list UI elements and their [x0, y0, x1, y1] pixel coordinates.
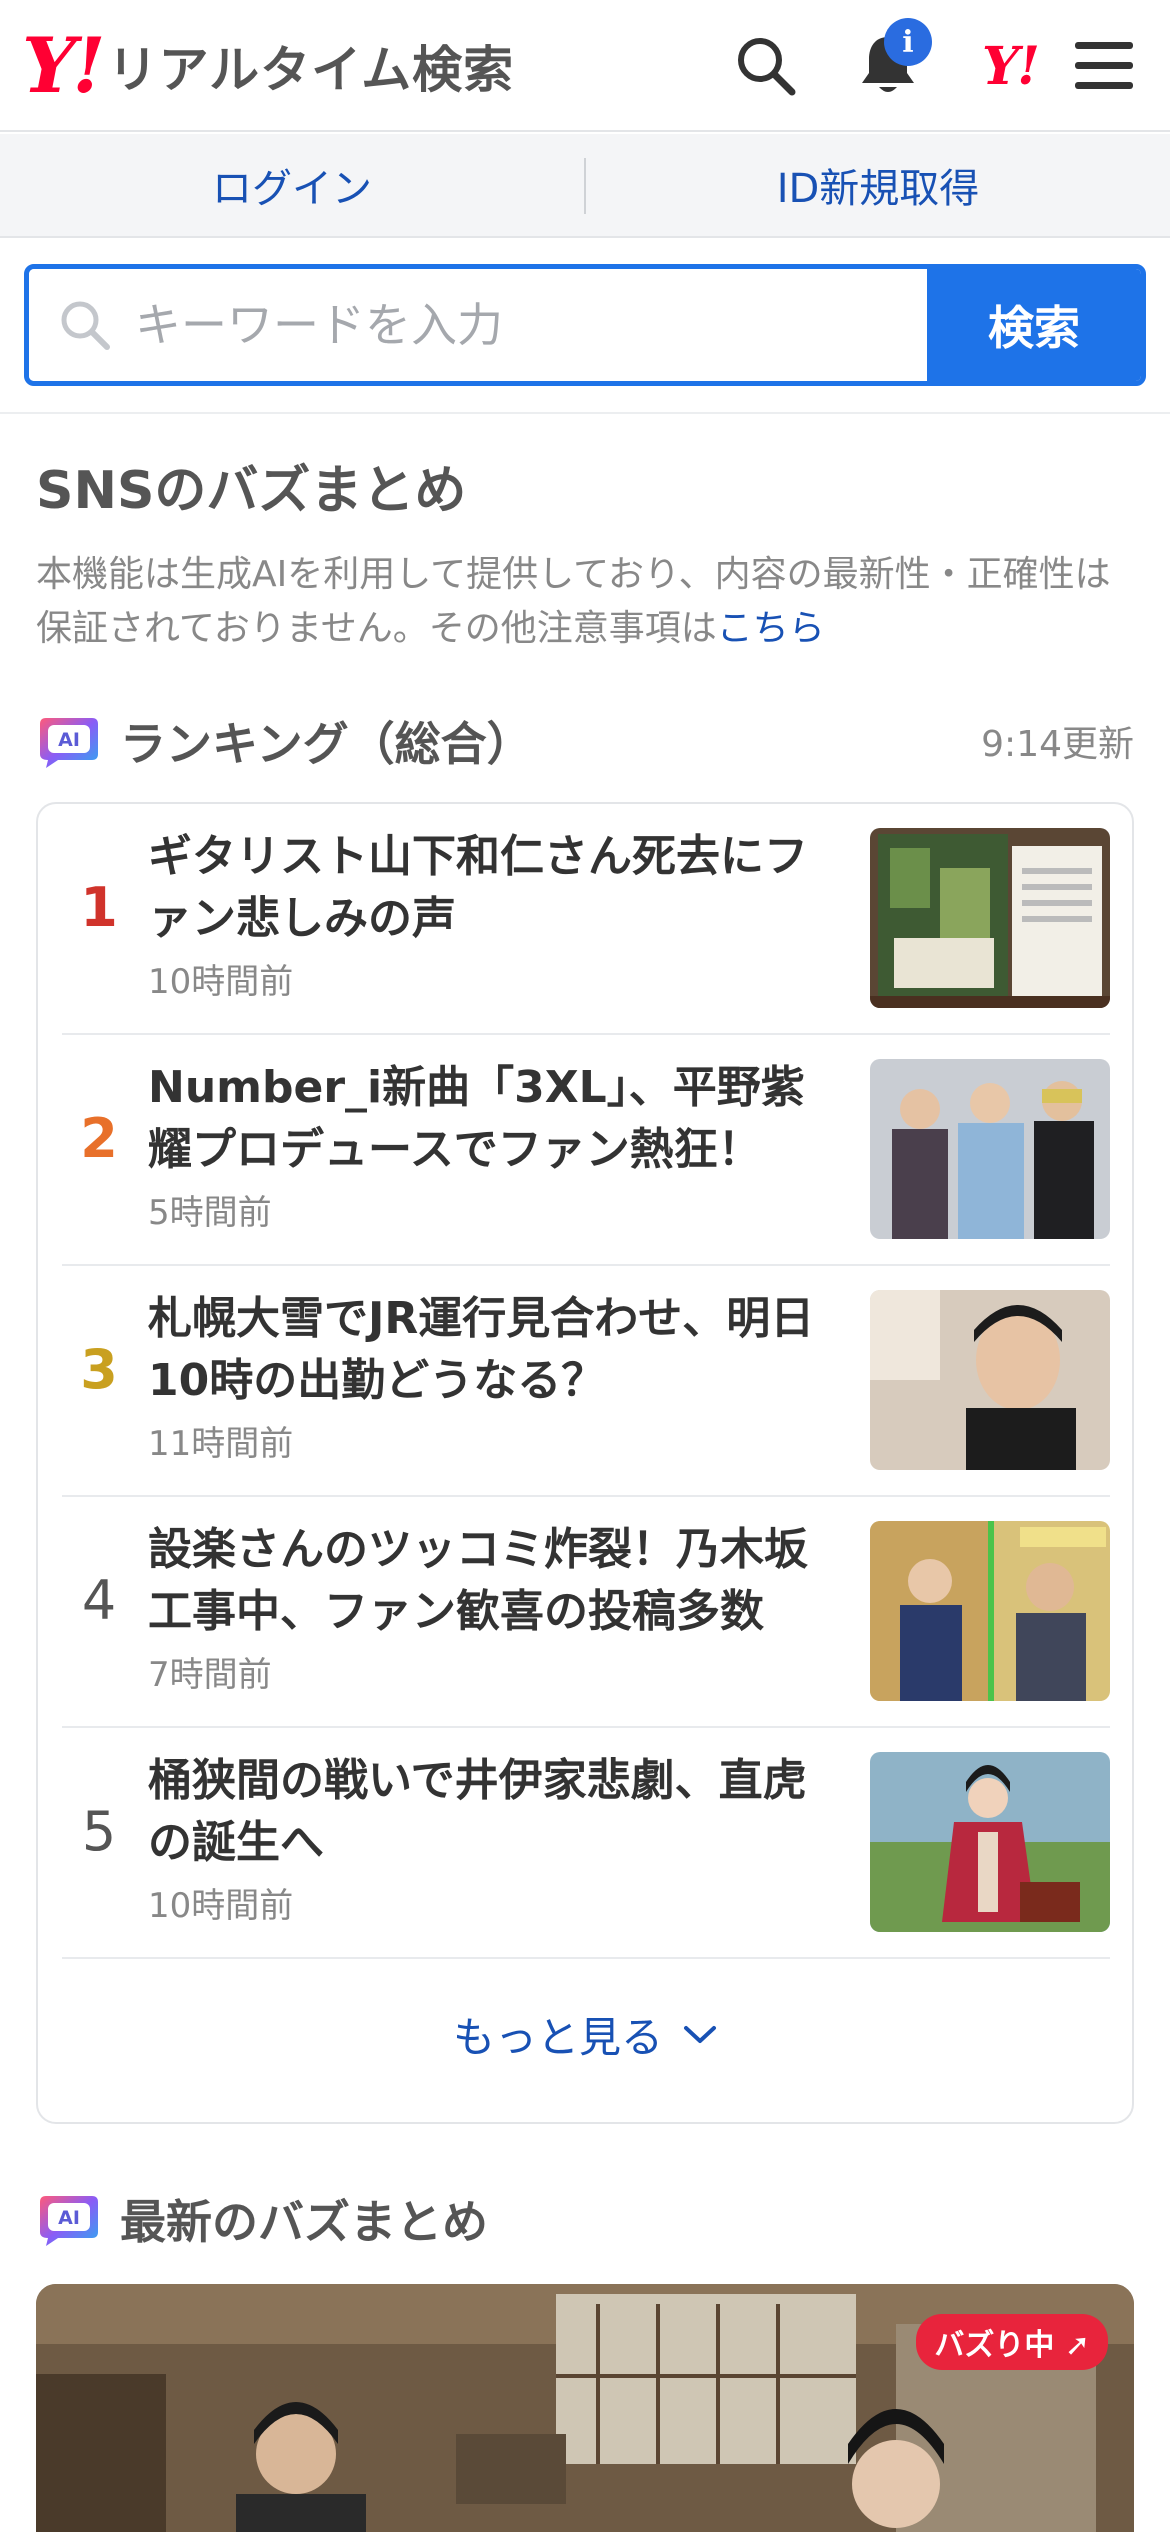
- yahoo-home-label: Y!: [982, 35, 1040, 97]
- ranking-item-time: 10時間前: [148, 1886, 294, 1926]
- ranking-item-thumbnail[interactable]: [870, 1521, 1110, 1701]
- ai-icon-label: AI: [58, 729, 80, 751]
- yahoo-logo-mark: Y!: [22, 21, 106, 110]
- ranking-item-title[interactable]: 桶狭間の戦いで井伊家悲劇、直虎の誕生へ: [148, 1750, 828, 1874]
- search-icon[interactable]: [730, 30, 802, 102]
- ranking-item-time: 10時間前: [148, 962, 294, 1002]
- disclaimer-text: 本機能は生成AIを利用して提供しており、内容の最新性・正確性は保証されておりませ…: [36, 548, 1136, 656]
- buzz-trending-label: バズり中: [934, 2328, 1055, 2363]
- login-link[interactable]: ログイン: [0, 134, 584, 236]
- rank-number: 1: [80, 876, 118, 939]
- latest-title: 最新のバズまとめ: [120, 2195, 488, 2249]
- rank-number: 3: [80, 1338, 118, 1401]
- ai-icon: AI: [36, 2190, 102, 2248]
- menu-icon[interactable]: [1068, 30, 1140, 102]
- rank-number: 5: [81, 1800, 117, 1863]
- ranking-item[interactable]: 1 ギタリスト山下和仁さん死去にファン悲しみの声 10時間前: [62, 804, 1110, 1035]
- ranking-title: ランキング（総合）: [120, 717, 533, 771]
- disclaimer-body: 本機能は生成AIを利用して提供しており、内容の最新性・正確性は保証されておりませ…: [36, 554, 1111, 649]
- ranking-card: 1 ギタリスト山下和仁さん死去にファン悲しみの声 10時間前 2 Number_…: [36, 802, 1134, 2124]
- show-more-button[interactable]: もっと見る: [38, 2004, 1132, 2065]
- divider: [0, 412, 1170, 414]
- app-header: Y! リアルタイム検索 i Y!: [0, 0, 1170, 132]
- ai-icon: AI: [36, 712, 102, 770]
- disclaimer-link[interactable]: こちら: [717, 608, 825, 649]
- search-bar: 検索: [24, 264, 1146, 386]
- ranking-item-thumbnail[interactable]: [870, 1290, 1110, 1470]
- search-button[interactable]: 検索: [927, 269, 1141, 381]
- ranking-item[interactable]: 3 札幌大雪でJR運行見合わせ、明日10時の出勤どうなる？ 11時間前: [62, 1266, 1110, 1497]
- show-more-label: もっと見る: [452, 2013, 663, 2062]
- ai-icon-label: AI: [58, 2207, 80, 2229]
- ranking-item-time: 5時間前: [148, 1193, 272, 1233]
- ranking-item-time: 7時間前: [148, 1655, 272, 1695]
- login-bar: ログイン ID新規取得: [0, 134, 1170, 238]
- latest-header: AI 最新のバズまとめ: [36, 2184, 488, 2254]
- search-input[interactable]: [135, 298, 835, 352]
- ranking-item-thumbnail[interactable]: [870, 1752, 1110, 1932]
- ranking-updated-time: 9:14更新: [981, 724, 1134, 765]
- chevron-down-icon: [684, 2025, 716, 2043]
- ranking-item[interactable]: 5 桶狭間の戦いで井伊家悲劇、直虎の誕生へ 10時間前: [62, 1728, 1110, 1959]
- yahoo-home-icon[interactable]: Y!: [968, 30, 1052, 102]
- register-link[interactable]: ID新規取得: [586, 134, 1170, 236]
- ranking-item-title[interactable]: ギタリスト山下和仁さん死去にファン悲しみの声: [148, 826, 828, 950]
- search-field-icon: [61, 301, 110, 350]
- ranking-item-title[interactable]: 設楽さんのツッコミ炸裂！乃木坂工事中、ファン歓喜の投稿多数: [148, 1519, 828, 1643]
- ranking-item-title[interactable]: 札幌大雪でJR運行見合わせ、明日10時の出勤どうなる？: [148, 1288, 828, 1412]
- yahoo-realtime-logo[interactable]: Y! リアルタイム検索: [22, 26, 514, 106]
- rank-number: 4: [81, 1569, 117, 1632]
- ranking-item-thumbnail[interactable]: [870, 828, 1110, 1008]
- buzz-trending-badge: バズり中 ➚: [916, 2314, 1108, 2370]
- latest-hero-image[interactable]: バズり中 ➚: [36, 2284, 1134, 2532]
- ranking-item-time: 11時間前: [148, 1424, 294, 1464]
- rank-number: 2: [80, 1107, 118, 1170]
- notification-bell-icon[interactable]: i: [852, 18, 932, 102]
- ranking-item[interactable]: 2 Number_i新曲「3XL」、平野紫耀プロデュースでファン熱狂！ 5時間前: [62, 1035, 1110, 1266]
- ranking-item[interactable]: 4 設楽さんのツッコミ炸裂！乃木坂工事中、ファン歓喜の投稿多数 7時間前: [62, 1497, 1110, 1728]
- app-title: リアルタイム検索: [107, 41, 515, 99]
- ranking-header: AI ランキング（総合） 9:14更新: [36, 706, 1134, 776]
- section-title: SNSのバズまとめ: [36, 461, 467, 521]
- ranking-item-title[interactable]: Number_i新曲「3XL」、平野紫耀プロデュースでファン熱狂！: [148, 1057, 828, 1181]
- notification-badge: i: [884, 18, 932, 66]
- ranking-item-thumbnail[interactable]: [870, 1059, 1110, 1239]
- trending-up-icon: ➚: [1064, 2328, 1090, 2363]
- search-field[interactable]: [29, 269, 927, 381]
